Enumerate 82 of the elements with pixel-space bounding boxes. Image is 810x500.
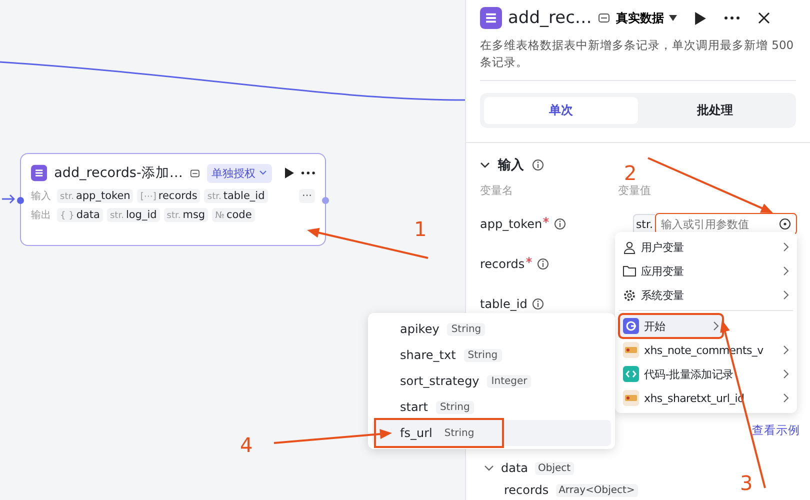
variable-option[interactable]: share_txt String xyxy=(376,342,526,368)
chevron-right-icon xyxy=(783,266,789,276)
chevron-right-icon xyxy=(783,290,789,300)
type-tag: Object xyxy=(535,462,574,474)
info-icon xyxy=(532,298,544,310)
menu-item[interactable]: 代码-批量添加记录 xyxy=(619,362,793,386)
menu-item[interactable]: 系统变量 xyxy=(619,283,793,307)
parameter-name: app_token xyxy=(480,217,542,231)
variable-chip: str. table_id xyxy=(204,189,268,203)
chevron-right-icon xyxy=(783,393,789,403)
column-header: 变量名 xyxy=(480,183,514,198)
variable-item[interactable]: start String xyxy=(372,394,611,420)
close-icon[interactable] xyxy=(758,12,770,24)
table-icon xyxy=(31,164,48,182)
node-title: add_records-添加… xyxy=(54,164,183,182)
parameter-name: table_id xyxy=(480,297,528,311)
annotation-number: 1 xyxy=(414,218,427,240)
parameter-name: records xyxy=(480,257,525,271)
variable-chip: str. log_id xyxy=(106,208,160,222)
chevron-icon[interactable] xyxy=(480,161,490,169)
panel-title: add_rec… xyxy=(508,8,592,28)
variable-item[interactable]: apikey String xyxy=(372,316,611,342)
mode-dropdown[interactable]: 真实数据 xyxy=(616,10,677,26)
node-card[interactable]: add_records-添加… 单独授权 输入 str. app_token [⋯] records str. table_id ··· 输出 { } data str. log_id str. msg № code xyxy=(20,153,326,246)
type-tag: Array<Object> xyxy=(556,484,638,496)
variable-item[interactable]: sort_strategy Integer xyxy=(372,368,611,394)
menu-item[interactable]: 用户变量 xyxy=(619,235,793,259)
variable-item[interactable]: fs_url String xyxy=(372,420,611,446)
variable-chip: № code xyxy=(212,208,255,222)
play-icon[interactable] xyxy=(694,12,706,24)
annotation-number: 4 xyxy=(240,434,253,456)
chevron-right-icon xyxy=(713,321,719,331)
output-name: data xyxy=(501,461,528,475)
variable-chip: { } data xyxy=(57,208,103,222)
type-tag: str. xyxy=(632,214,655,234)
table-icon xyxy=(480,7,502,29)
chevron-right-icon xyxy=(783,345,789,355)
input-label: 输入 xyxy=(31,190,51,203)
description: 在多维表格数据表中新增多条记录，单次调用最多新增 500 条记录。 xyxy=(480,37,796,81)
play-icon[interactable] xyxy=(284,167,294,179)
variable-chip: str. msg xyxy=(164,208,208,222)
tab[interactable]: 单次 xyxy=(484,97,638,124)
arrow-icon xyxy=(2,194,16,204)
chevron-right-icon xyxy=(783,242,789,252)
variable-option[interactable]: fs_url String xyxy=(376,420,502,446)
variable-option[interactable]: sort_strategy Integer xyxy=(376,368,556,394)
port-dot[interactable] xyxy=(322,197,329,204)
user-icon xyxy=(623,240,636,254)
variable-option[interactable]: start String xyxy=(376,394,498,420)
more-chip[interactable]: ··· xyxy=(298,189,315,203)
example-link[interactable]: 查看示例 xyxy=(752,423,800,438)
auth-dropdown[interactable]: 单独授权 xyxy=(206,164,272,182)
more-icon[interactable] xyxy=(724,16,740,20)
column-header: 变量值 xyxy=(618,183,652,198)
plugin-icon xyxy=(623,342,639,358)
reference-icon[interactable] xyxy=(779,218,791,230)
variable-option[interactable]: apikey String xyxy=(376,316,510,342)
more-icon[interactable] xyxy=(300,171,316,175)
port-dot[interactable] xyxy=(17,197,24,204)
plugin-icon xyxy=(623,390,639,406)
folder-icon xyxy=(623,265,636,277)
info-icon xyxy=(532,159,544,171)
variable-item[interactable]: share_txt String xyxy=(372,342,611,368)
caret-icon xyxy=(258,170,267,176)
start-icon xyxy=(623,318,639,334)
variable-chip: str. app_token xyxy=(57,189,134,203)
menu-item[interactable]: 开始 xyxy=(619,314,723,338)
chevron-icon[interactable] xyxy=(484,464,494,472)
info-icon xyxy=(536,258,549,270)
annotation-number: 3 xyxy=(740,472,753,494)
info-icon xyxy=(554,218,566,230)
output-name: records xyxy=(504,483,549,497)
caret-icon xyxy=(668,15,677,21)
section-title: 输入 xyxy=(498,156,524,174)
variable-chip: [⋯] records xyxy=(137,189,200,203)
chevron-right-icon xyxy=(783,369,789,379)
code-icon xyxy=(623,366,639,382)
tab[interactable]: 批处理 xyxy=(638,97,792,124)
output-label: 输出 xyxy=(31,208,51,222)
annotation-number: 2 xyxy=(624,162,637,184)
menu-item[interactable]: 应用变量 xyxy=(619,259,793,283)
settings-icon xyxy=(623,288,636,302)
